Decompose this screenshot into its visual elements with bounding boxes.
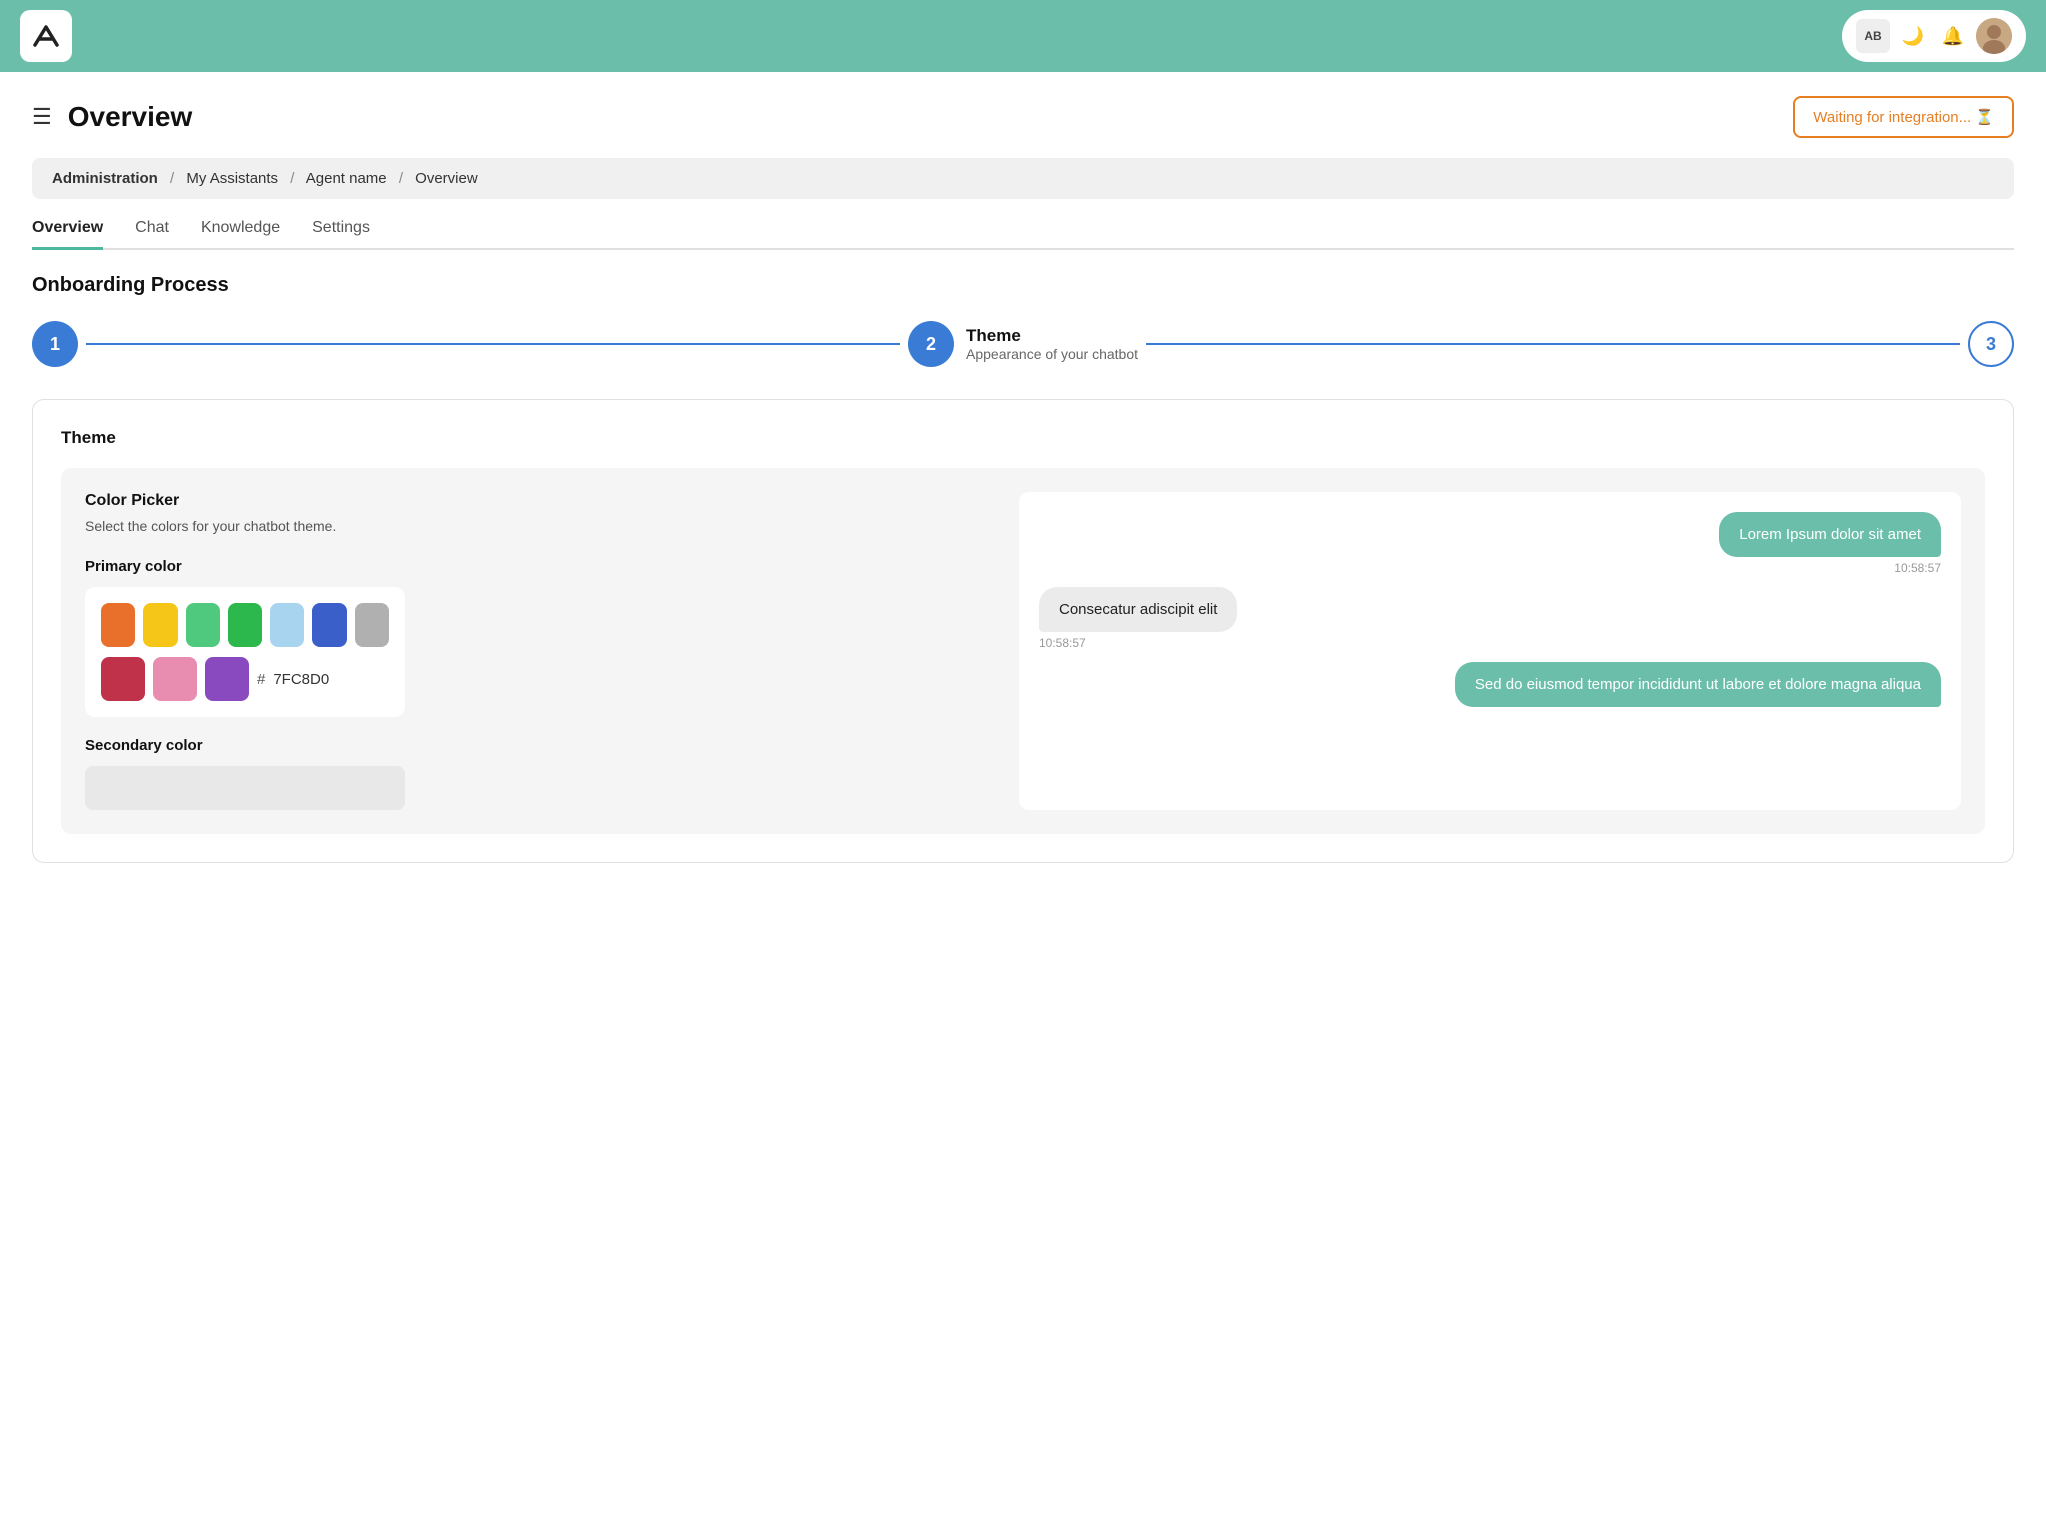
breadcrumb-administration[interactable]: Administration (52, 170, 158, 187)
swatch-blue[interactable] (312, 603, 346, 647)
avatar[interactable] (1976, 18, 2012, 54)
swatch-purple[interactable] (205, 657, 249, 701)
tab-settings[interactable]: Settings (312, 219, 370, 250)
hex-input[interactable] (273, 671, 353, 688)
navbar-right: AB 🌙 🔔 (1842, 10, 2026, 62)
step-2-circle[interactable]: 2 (908, 321, 954, 367)
swatch-pink[interactable] (153, 657, 197, 701)
hex-row: # (257, 657, 353, 701)
logo[interactable] (20, 10, 72, 62)
hash-symbol: # (257, 671, 265, 688)
chat-message-3-group: Sed do eiusmod tempor incididunt ut labo… (1039, 662, 1941, 707)
secondary-color-section: Secondary color (85, 737, 987, 810)
breadcrumb-sep2: / (290, 170, 294, 187)
hamburger-icon[interactable]: ☰ (32, 104, 52, 130)
swatches-row-2: # (101, 657, 389, 701)
tabs-bar: Overview Chat Knowledge Settings (32, 219, 2014, 250)
step-line-2 (1146, 343, 1960, 345)
tab-knowledge[interactable]: Knowledge (201, 219, 280, 250)
color-swatches: # (85, 587, 405, 717)
swatches-row-1 (101, 603, 389, 647)
steps-row: 1 2 Theme Appearance of your chatbot 3 (32, 321, 2014, 367)
swatch-red[interactable] (101, 657, 145, 701)
theme-card-title: Theme (61, 428, 1985, 448)
step-2-label: Theme (966, 326, 1138, 346)
chat-bubble-right-1: Lorem Ipsum dolor sit amet (1719, 512, 1941, 557)
secondary-swatch-bar[interactable] (85, 766, 405, 810)
tab-chat[interactable]: Chat (135, 219, 169, 250)
header-left: ☰ Overview (32, 101, 192, 133)
waiting-integration-button[interactable]: Waiting for integration... ⏳ (1793, 96, 2014, 138)
breadcrumb-my-assistants[interactable]: My Assistants (186, 170, 278, 187)
dark-mode-icon[interactable]: 🌙 (1896, 19, 1930, 53)
swatch-green[interactable] (228, 603, 262, 647)
main-content: ☰ Overview Waiting for integration... ⏳ … (0, 72, 2046, 887)
color-picker-left: Color Picker Select the colors for your … (85, 492, 987, 810)
chat-preview: Lorem Ipsum dolor sit amet 10:58:57 Cons… (1019, 492, 1961, 810)
primary-color-label: Primary color (85, 558, 987, 575)
color-picker-title: Color Picker (85, 492, 987, 510)
chat-message-2-group: Consecatur adiscipit elit 10:58:57 (1039, 587, 1941, 650)
bell-icon[interactable]: 🔔 (1936, 19, 1970, 53)
chat-time-1: 10:58:57 (1894, 561, 1941, 575)
swatch-gray[interactable] (355, 603, 389, 647)
breadcrumb: Administration / My Assistants / Agent n… (32, 158, 2014, 199)
section-title: Onboarding Process (32, 274, 2014, 297)
chat-time-2: 10:58:57 (1039, 636, 1086, 650)
translate-icon[interactable]: AB (1856, 19, 1890, 53)
breadcrumb-agent-name[interactable]: Agent name (306, 170, 387, 187)
swatch-lightgreen[interactable] (186, 603, 220, 647)
color-picker-desc: Select the colors for your chatbot theme… (85, 518, 987, 534)
breadcrumb-sep1: / (170, 170, 174, 187)
swatch-orange[interactable] (101, 603, 135, 647)
chat-bubble-right-2: Sed do eiusmod tempor incididunt ut labo… (1455, 662, 1941, 707)
color-picker-section: Color Picker Select the colors for your … (61, 468, 1985, 834)
tab-overview[interactable]: Overview (32, 219, 103, 250)
chat-bubble-left-1: Consecatur adiscipit elit (1039, 587, 1237, 632)
swatch-yellow[interactable] (143, 603, 177, 647)
step-3-circle[interactable]: 3 (1968, 321, 2014, 367)
header-row: ☰ Overview Waiting for integration... ⏳ (32, 96, 2014, 138)
page-title: Overview (68, 101, 193, 133)
secondary-color-label: Secondary color (85, 737, 987, 754)
breadcrumb-overview: Overview (415, 170, 478, 187)
navbar: AB 🌙 🔔 (0, 0, 2046, 72)
theme-card: Theme Color Picker Select the colors for… (32, 399, 2014, 863)
step-1-circle[interactable]: 1 (32, 321, 78, 367)
breadcrumb-sep3: / (399, 170, 403, 187)
step-2-sublabel: Appearance of your chatbot (966, 346, 1138, 362)
step-2-info: Theme Appearance of your chatbot (966, 326, 1138, 362)
chat-message-1-group: Lorem Ipsum dolor sit amet 10:58:57 (1039, 512, 1941, 575)
swatch-lightblue[interactable] (270, 603, 304, 647)
step-2-group: 2 Theme Appearance of your chatbot (908, 321, 1138, 367)
step-line-1 (86, 343, 900, 345)
